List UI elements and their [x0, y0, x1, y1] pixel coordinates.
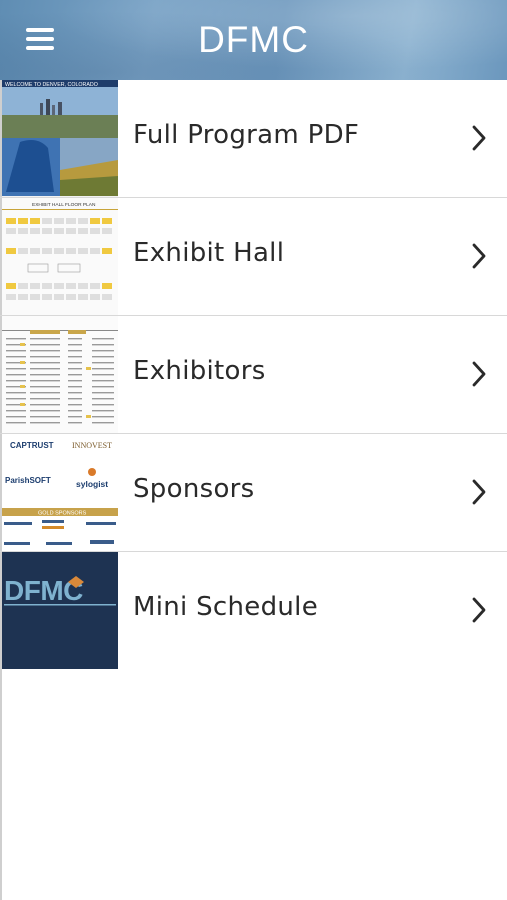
app-header: DFMC	[0, 0, 507, 80]
chevron-right-icon	[472, 361, 486, 387]
list-item-label: Mini Schedule	[133, 592, 318, 622]
thumb-text-sylogist: sylogist	[76, 479, 108, 489]
thumb-text-gold-sponsors: GOLD SPONSORS	[38, 511, 87, 517]
chevron-right-icon	[472, 597, 486, 623]
list-item-label: Exhibitors	[133, 356, 266, 386]
list-item-exhibitors[interactable]: Exhibitors	[0, 316, 507, 434]
thumbnail-sponsors: CAPTRUST INNOVEST ParishSOFT sylogist GO…	[2, 434, 118, 551]
list-item-label: Exhibit Hall	[133, 238, 285, 268]
chevron-right-icon	[472, 125, 486, 151]
menu-list: WELCOME TO DENVER, COLORADO Full Program…	[0, 80, 507, 669]
page-title: DFMC	[198, 19, 309, 60]
thumb-text-parishsoft: ParishSOFT	[5, 476, 51, 485]
chevron-right-icon	[472, 479, 486, 505]
thumbnail-exhibitor-list	[2, 316, 118, 433]
thumbnail-program: WELCOME TO DENVER, COLORADO	[2, 80, 118, 197]
chevron-right-icon	[472, 243, 486, 269]
list-item-full-program-pdf[interactable]: WELCOME TO DENVER, COLORADO Full Program…	[0, 80, 507, 198]
thumb-caption-floor-plan: EXHIBIT HALL FLOOR PLAN	[32, 202, 96, 208]
list-item-exhibit-hall[interactable]: EXHIBIT HALL FLOOR PLAN Exhibit Hall	[0, 198, 507, 316]
thumb-text-innovest: INNOVEST	[72, 441, 112, 450]
thumbnail-floor-plan: EXHIBIT HALL FLOOR PLAN	[2, 198, 118, 315]
list-item-label: Sponsors	[133, 474, 255, 504]
list-item-mini-schedule[interactable]: DFMC Mini Schedule	[0, 552, 507, 669]
list-item-sponsors[interactable]: CAPTRUST INNOVEST ParishSOFT sylogist GO…	[0, 434, 507, 552]
list-item-label: Full Program PDF	[133, 120, 360, 150]
thumbnail-dfmc-logo: DFMC	[2, 552, 118, 669]
thumb-text-captrust: CAPTRUST	[10, 441, 54, 450]
